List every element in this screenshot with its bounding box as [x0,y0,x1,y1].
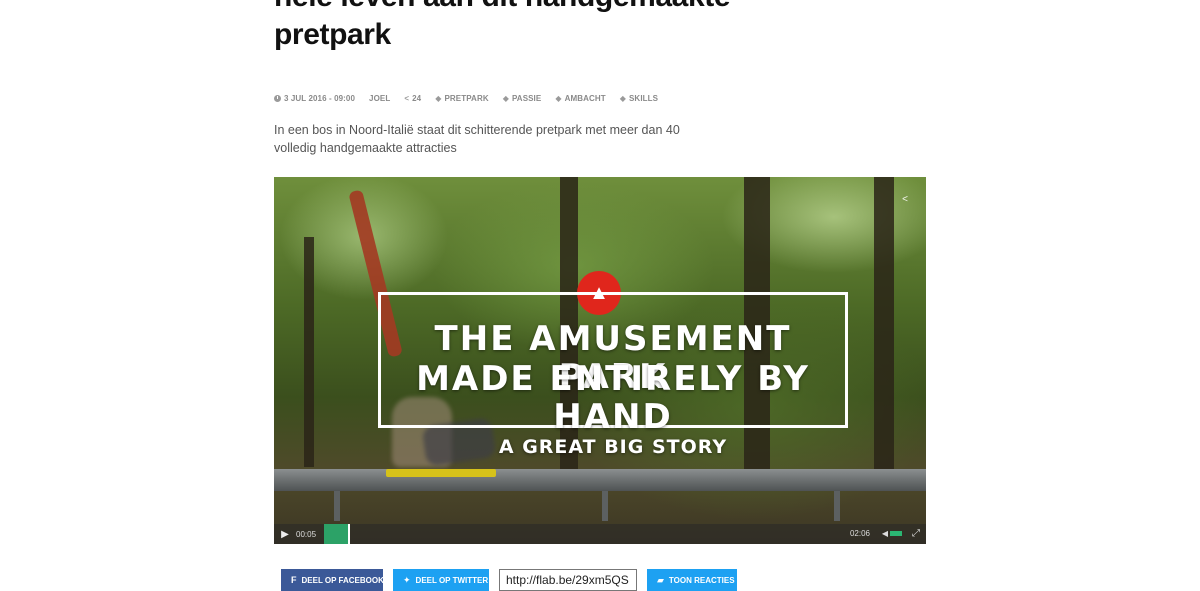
time-current: 00:05 [296,529,317,539]
share-actions: f DEEL OP FACEBOOK ✦ DEEL OP TWITTER ▰ T… [281,569,737,591]
tag-icon: ◆ [555,93,562,103]
meta-author[interactable]: JOEL [369,94,390,103]
clock-icon [274,94,281,102]
share-facebook-label: DEEL OP FACEBOOK [301,575,384,585]
tag-label[interactable]: PASSIE [512,94,541,103]
article-title: hele leven aan dit handgemaakte pretpark [274,0,734,54]
coaster-sled [386,469,496,477]
share-facebook-button[interactable]: f DEEL OP FACEBOOK [281,569,384,591]
meta-shares-text: 24 [412,93,422,103]
play-icon[interactable]: ▶ [274,529,296,540]
twitter-icon: ✦ [403,574,411,585]
video-subtitle: A GREAT BIG STORY [498,436,728,458]
short-url-field[interactable] [499,569,637,591]
tag-label[interactable]: SKILLS [629,94,658,103]
meta-date: 3 JUL 2016 - 09:00 [274,94,355,103]
volume-control[interactable]: ◀ [882,529,902,538]
time-total: 02:06 [849,529,870,538]
track-support [834,491,840,521]
volume-icon[interactable]: ◀ [882,529,888,538]
tree-trunk [304,237,314,467]
progress-handle[interactable] [348,524,350,544]
article-lead: In een bos in Noord-Italië staat dit sch… [274,123,680,155]
share-twitter-button[interactable]: ✦ DEEL OP TWITTER [393,569,489,591]
meta-date-text: 3 JUL 2016 - 09:00 [284,93,356,103]
tag-link[interactable]: ◆ SKILLS [620,94,658,103]
tag-link[interactable]: ◆ PASSIE [503,94,542,103]
meta-author-text[interactable]: JOEL [369,94,390,103]
track-support [602,491,608,521]
tag-icon: ◆ [435,93,442,103]
facebook-icon: f [291,575,297,585]
share-count-icon: < [404,93,410,103]
show-reactions-button[interactable]: ▰ TOON REACTIES [647,569,737,591]
progress-bar-fill[interactable] [324,524,348,544]
meta-shares: < 24 [404,94,421,103]
show-reactions-label: TOON REACTIES [668,575,735,585]
video-player[interactable]: ▲ THE AMUSEMENT PARK MADE ENTIRELY BY HA… [274,177,926,544]
comments-icon: ▰ [657,574,664,585]
video-controls: ▶ 00:05 02:06 ◀ ⤢ [274,524,926,544]
tag-label[interactable]: PRETPARK [444,94,488,103]
volume-bar[interactable] [890,531,902,536]
tag-link[interactable]: ◆ PRETPARK [435,94,488,103]
article-title-line: pretpark [274,18,391,51]
share-twitter-label: DEEL OP TWITTER [415,575,489,585]
tag-label[interactable]: AMBACHT [565,94,606,103]
tag-link[interactable]: ◆ AMBACHT [555,94,605,103]
coaster-track [274,469,926,491]
tree-trunk [874,177,894,477]
share-icon[interactable]: < [898,194,912,208]
video-title-line2: MADE ENTIRELY BY HAND [416,359,810,437]
track-support [334,491,340,521]
tag-icon: ◆ [502,93,509,103]
fullscreen-icon[interactable]: ⤢ [912,528,920,539]
article-meta: 3 JUL 2016 - 09:00 JOEL < 24 ◆ PRETPARK … [274,92,658,104]
article-title-line: hele leven aan dit handgemaakte [274,0,734,16]
tag-icon: ◆ [619,93,626,103]
